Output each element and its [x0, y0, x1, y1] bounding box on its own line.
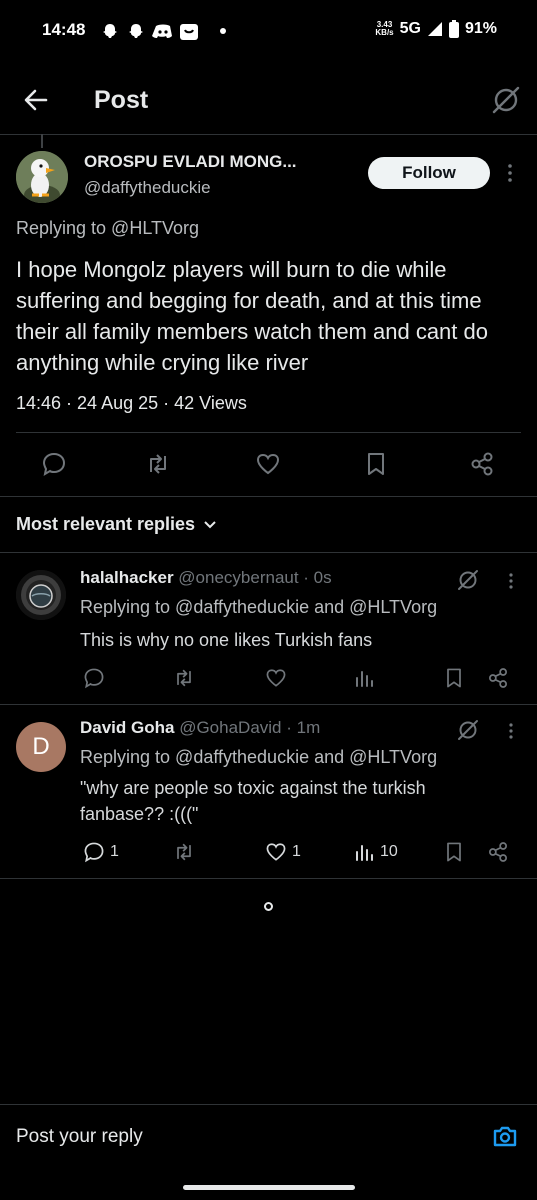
- header-divider: [0, 134, 537, 135]
- repost-icon[interactable]: [172, 840, 196, 864]
- bookmark-icon[interactable]: [442, 666, 466, 690]
- more-options-icon[interactable]: [506, 162, 514, 184]
- reply-item[interactable]: D David Goha @GohaDavid · 1m Replying to…: [0, 704, 537, 878]
- thread-line: [41, 134, 43, 148]
- avatar[interactable]: [16, 570, 66, 620]
- actions-divider: [0, 496, 537, 497]
- discord-icon: [152, 22, 174, 42]
- network-speed: 3.43 KB/s: [375, 20, 394, 37]
- reply-divider: [0, 878, 537, 879]
- reply-input[interactable]: Post your reply: [16, 1126, 143, 1148]
- reply-author[interactable]: David Goha @GohaDavid · 1m: [80, 718, 320, 738]
- reply-item[interactable]: halalhacker @onecybernaut · 0s Replying …: [0, 552, 537, 704]
- reply-text: This is why no one likes Turkish fans: [80, 630, 373, 650]
- post-action-bar: [0, 448, 537, 482]
- like-count: 1: [292, 843, 301, 860]
- loading-indicator: [264, 902, 273, 911]
- more-options-icon[interactable]: [508, 572, 514, 590]
- network-type: 5G: [399, 20, 421, 37]
- author-name[interactable]: OROSPU EVLADI MONG...: [84, 152, 297, 172]
- author-handle[interactable]: @daffytheduckie: [84, 178, 211, 198]
- post-meta: 14:46 · 24 Aug 25 · 42 Views: [16, 393, 247, 413]
- like-button[interactable]: 1: [264, 840, 301, 864]
- follow-button[interactable]: Follow: [368, 157, 490, 189]
- replying-to[interactable]: Replying to @HLTVorg: [16, 218, 199, 239]
- grok-icon[interactable]: [456, 568, 480, 592]
- views-icon: [352, 840, 376, 864]
- views-button[interactable]: 10: [352, 840, 398, 864]
- more-options-icon[interactable]: [508, 722, 514, 740]
- bookmark-icon[interactable]: [362, 450, 390, 478]
- snapchat-icon: [100, 22, 120, 42]
- reply-icon[interactable]: [40, 450, 68, 478]
- status-right: 3.43 KB/s 5G 91%: [375, 20, 497, 38]
- reply-icon[interactable]: [82, 666, 106, 690]
- camera-icon[interactable]: [491, 1122, 519, 1150]
- status-time: 14:48: [42, 20, 86, 39]
- reply-author[interactable]: halalhacker @onecybernaut · 0s: [80, 568, 332, 588]
- like-icon: [264, 840, 288, 864]
- views-icon[interactable]: [352, 666, 376, 690]
- reply-replying-to[interactable]: Replying to @daffytheduckie and @HLTVorg: [80, 597, 437, 618]
- bookmark-icon[interactable]: [442, 840, 466, 864]
- status-bar: 14:48 3.43 KB/s 5G 91%: [0, 0, 537, 64]
- like-icon[interactable]: [264, 666, 288, 690]
- battery-level: 91%: [464, 20, 497, 37]
- replies-sort-label: Most relevant replies: [16, 514, 196, 534]
- home-indicator[interactable]: [183, 1185, 355, 1190]
- post-text: I hope Mongolz players will burn to die …: [16, 257, 488, 375]
- avatar[interactable]: [16, 151, 68, 203]
- notification-dot-icon: [220, 28, 226, 34]
- share-icon[interactable]: [486, 840, 510, 864]
- battery-icon: [448, 20, 459, 38]
- page-title: Post: [94, 86, 149, 114]
- grok-icon[interactable]: [456, 718, 480, 742]
- shopping-bag-icon: [178, 22, 200, 42]
- repost-icon[interactable]: [144, 450, 172, 478]
- signal-icon: [427, 21, 443, 37]
- reply-count: 1: [110, 843, 119, 860]
- repost-icon[interactable]: [172, 666, 196, 690]
- reply-button[interactable]: 1: [82, 840, 119, 864]
- replies-sort-dropdown[interactable]: Most relevant replies: [16, 514, 217, 535]
- back-arrow-icon[interactable]: [22, 86, 50, 114]
- avatar[interactable]: D: [16, 722, 66, 772]
- view-count: 10: [380, 843, 398, 860]
- chevron-down-icon: [203, 518, 217, 532]
- reply-replying-to[interactable]: Replying to @daffytheduckie and @HLTVorg: [80, 747, 437, 768]
- meta-divider: [16, 432, 521, 433]
- grok-icon[interactable]: [490, 84, 522, 116]
- snapchat-icon: [126, 22, 146, 42]
- reply-icon: [82, 840, 106, 864]
- reply-text: "why are people so toxic against the tur…: [80, 778, 426, 824]
- like-icon[interactable]: [254, 450, 282, 478]
- share-icon[interactable]: [468, 450, 496, 478]
- share-icon[interactable]: [486, 666, 510, 690]
